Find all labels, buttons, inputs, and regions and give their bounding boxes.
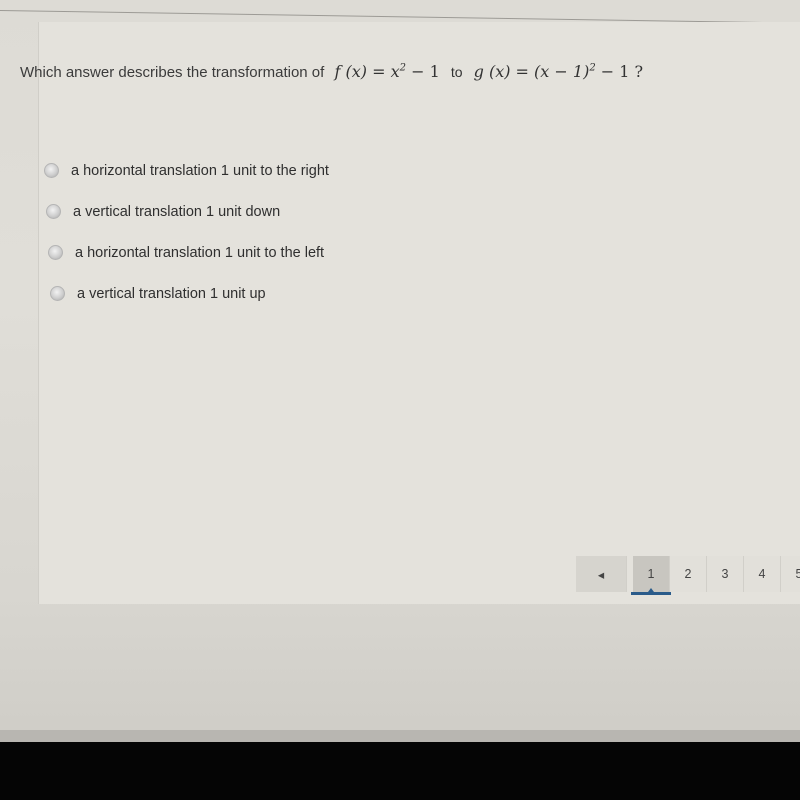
answer-option[interactable]: a vertical translation 1 unit up [50, 273, 329, 314]
screen: Which answer describes the transformatio… [0, 0, 800, 742]
screen-edge [0, 730, 800, 742]
option-label: a vertical translation 1 unit up [77, 285, 266, 302]
f-tail: − 1 [405, 62, 440, 81]
radio-button[interactable] [46, 204, 61, 219]
answer-option[interactable]: a vertical translation 1 unit down [46, 191, 329, 232]
page-number: 4 [758, 567, 766, 581]
caret-up-icon [648, 588, 654, 592]
radio-button[interactable] [50, 286, 65, 301]
page-button-1[interactable]: 1 [631, 556, 671, 595]
monitor-bezel [0, 742, 800, 800]
page-button-4[interactable]: 4 [744, 556, 781, 592]
f-expression: f (x) = x [334, 62, 400, 81]
connector: to [450, 64, 463, 80]
page-number: 5 [795, 567, 800, 581]
active-indicator [631, 592, 671, 595]
pagination: ◂ 1 2 3 4 5 [576, 556, 800, 595]
question-text: Which answer describes the transformatio… [20, 62, 643, 81]
chevron-left-icon: ◂ [597, 567, 605, 582]
page-number: 3 [721, 567, 729, 581]
option-label: a vertical translation 1 unit down [73, 203, 281, 220]
option-label: a horizontal translation 1 unit to the r… [71, 162, 329, 179]
question-math: f (x) = x2 − 1 to g (x) = (x − 1)2 − 1 ? [334, 62, 643, 81]
page-button-2[interactable]: 2 [670, 556, 707, 592]
answer-option[interactable]: a horizontal translation 1 unit to the r… [44, 150, 329, 191]
page-button-3[interactable]: 3 [707, 556, 744, 592]
radio-button[interactable] [48, 245, 63, 260]
prev-page-button[interactable]: ◂ [576, 556, 627, 592]
page-number: 2 [684, 567, 692, 581]
page-button-5[interactable]: 5 [781, 556, 800, 592]
radio-button[interactable] [44, 163, 59, 178]
question-prefix: Which answer describes the transformatio… [20, 64, 325, 81]
answer-option[interactable]: a horizontal translation 1 unit to the l… [48, 232, 329, 273]
g-expression: g (x) = (x − 1) [473, 62, 590, 81]
g-tail: − 1 ? [595, 62, 644, 81]
option-label: a horizontal translation 1 unit to the l… [75, 244, 325, 261]
answer-options: a horizontal translation 1 unit to the r… [44, 150, 329, 314]
page-number: 1 [647, 567, 655, 581]
